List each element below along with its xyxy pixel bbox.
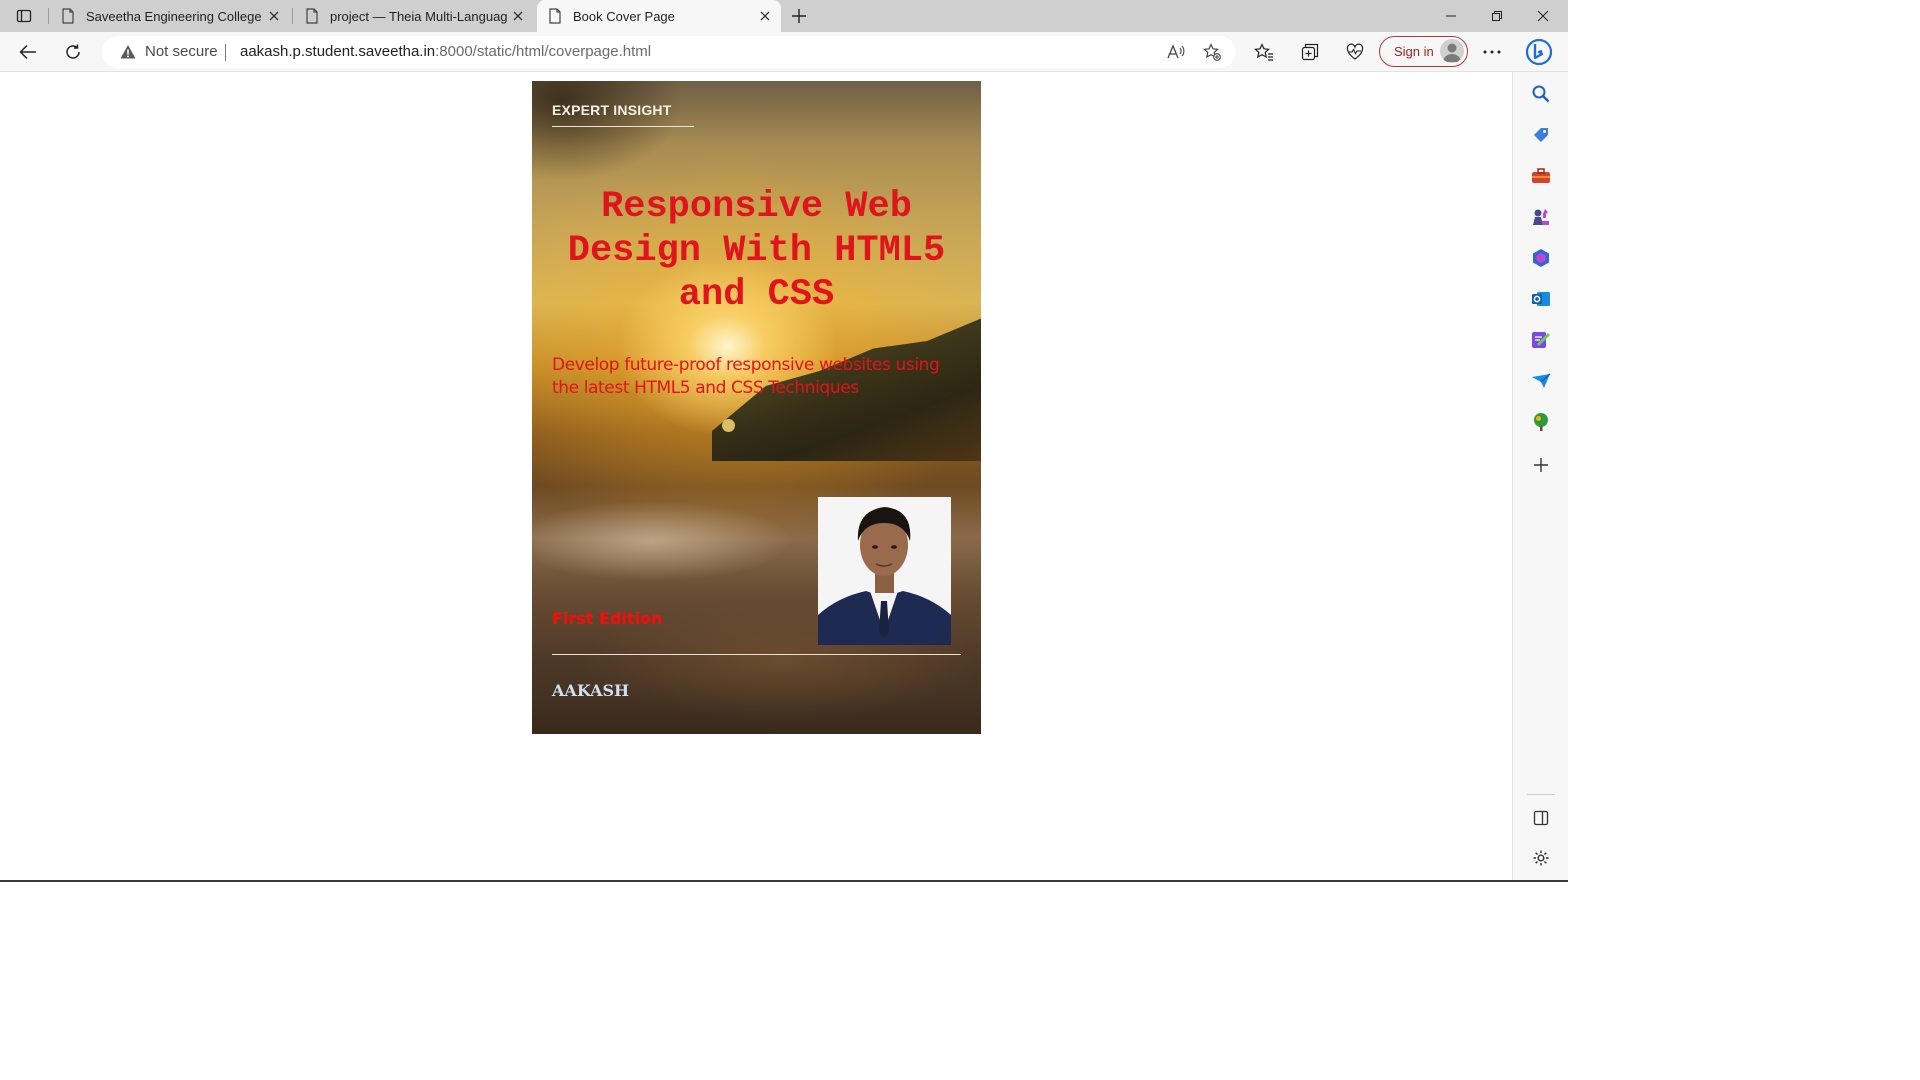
sidebar-designer-button[interactable]: [1527, 326, 1555, 354]
refresh-icon: [66, 44, 80, 59]
refresh-button[interactable]: [57, 36, 89, 68]
sidebar-games-button[interactable]: [1527, 203, 1555, 231]
add-icon: [1534, 458, 1548, 472]
sign-in-label: Sign in: [1394, 44, 1434, 59]
edition-label: First Edition: [552, 609, 663, 628]
minimize-button[interactable]: [1428, 0, 1474, 32]
book-title: Responsive Web Design With HTML5 and CSS: [546, 185, 967, 317]
url-text[interactable]: aakash.p.student.saveetha.in:8000/static…: [240, 43, 651, 60]
sidebar-tools-button[interactable]: [1527, 162, 1555, 190]
read-aloud-button[interactable]: [1160, 36, 1192, 68]
split-screen-icon: [1533, 810, 1549, 826]
tab-separator: [292, 8, 293, 24]
outlook-icon: [1532, 292, 1550, 306]
sidebar-add-button[interactable]: [1527, 451, 1555, 479]
profile-icon: [1443, 43, 1461, 62]
new-tab-button[interactable]: [788, 4, 810, 28]
tab-separator: [48, 8, 49, 24]
book-title-line: and CSS: [678, 274, 835, 316]
sidebar-search-button[interactable]: [1527, 80, 1555, 108]
url-path: :8000/static/html/coverpage.html: [435, 43, 652, 60]
book-subtitle-line: Develop future-proof responsive websites…: [552, 355, 940, 375]
book-title-line: Responsive Web: [601, 186, 912, 228]
restore-icon: [1492, 11, 1502, 21]
address-separator: [225, 44, 226, 61]
series-underline: [552, 126, 694, 127]
shopping-tag-icon: [1534, 128, 1548, 142]
toolbox-icon: [1532, 168, 1550, 183]
security-status[interactable]: Not secure: [145, 43, 218, 60]
plus-icon: [792, 9, 806, 23]
page-icon: [304, 8, 320, 24]
split-screen-button[interactable]: [1527, 804, 1555, 832]
book-subtitle: Develop future-proof responsive websites…: [552, 354, 962, 400]
tab-book-cover[interactable]: Book Cover Page: [537, 0, 781, 32]
window-bottom-edge: [0, 880, 1568, 882]
sidebar-settings-button[interactable]: [1527, 844, 1555, 872]
minimize-icon: [1446, 15, 1456, 17]
sidebar-drop-button[interactable]: [1527, 367, 1555, 395]
back-button[interactable]: [12, 36, 44, 68]
close-tab-icon[interactable]: [508, 6, 528, 26]
collections-button[interactable]: [1294, 36, 1326, 68]
bing-icon: [1526, 38, 1552, 66]
sidebar-office-button[interactable]: [1527, 244, 1555, 272]
heart-pulse-icon: [1346, 43, 1364, 60]
edge-sidebar: [1512, 72, 1568, 880]
sidebar-divider: [1527, 794, 1555, 795]
tab-actions-icon[interactable]: [8, 4, 40, 28]
drop-icon: [1532, 373, 1551, 388]
close-icon: [1537, 10, 1549, 22]
sidebar-outlook-button[interactable]: [1527, 285, 1555, 313]
page-icon: [60, 8, 76, 24]
book-title-line: Design With HTML5: [567, 230, 946, 272]
tree-icon: [1534, 413, 1548, 431]
favorites-icon: [1254, 43, 1273, 61]
favorites-button[interactable]: [1248, 36, 1280, 68]
back-arrow-icon: [19, 44, 36, 60]
more-options-button[interactable]: [1476, 36, 1508, 68]
book-subtitle-line: the latest HTML5 and CSS Techniques: [552, 378, 859, 398]
browser-essentials-button[interactable]: [1339, 36, 1371, 68]
office-icon: [1533, 249, 1549, 267]
series-label: EXPERT INSIGHT: [552, 102, 672, 118]
tab-strip: Saveetha Engineering College project — T…: [0, 0, 1568, 32]
tab-title: project — Theia Multi-Language: [330, 8, 508, 24]
book-cover: EXPERT INSIGHT Responsive Web Design Wit…: [532, 81, 981, 734]
collections-icon: [1301, 43, 1319, 61]
sidebar-shopping-button[interactable]: [1527, 121, 1555, 149]
cover-divider: [552, 654, 961, 655]
tab-title: Saveetha Engineering College: [86, 8, 262, 24]
address-bar[interactable]: Not secure aakash.p.student.saveetha.in:…: [102, 36, 1236, 68]
close-tab-icon[interactable]: [264, 6, 284, 26]
sign-in-button[interactable]: Sign in: [1379, 36, 1468, 67]
cover-sun-flare: [722, 419, 735, 432]
ellipsis-icon: [1483, 50, 1501, 54]
author-name: AAKASH: [552, 681, 630, 700]
warning-icon[interactable]: [120, 44, 136, 60]
tab-saveetha[interactable]: Saveetha Engineering College: [50, 0, 290, 32]
avatar: [1440, 39, 1464, 63]
browser-toolbar: Not secure aakash.p.student.saveetha.in:…: [0, 32, 1568, 72]
add-favorite-button[interactable]: [1196, 36, 1228, 68]
tab-title: Book Cover Page: [573, 8, 675, 24]
url-host: aakash.p.student.saveetha.in: [240, 43, 436, 60]
close-tab-icon[interactable]: [755, 6, 775, 26]
copilot-button[interactable]: [1523, 36, 1555, 68]
tab-theia-project[interactable]: project — Theia Multi-Language: [294, 0, 534, 32]
designer-icon: [1532, 332, 1550, 348]
settings-icon: [1533, 850, 1549, 866]
restore-button[interactable]: [1474, 0, 1520, 32]
star-add-icon: [1203, 43, 1221, 61]
search-icon: [1532, 85, 1550, 103]
author-photo: [818, 497, 951, 645]
page-viewport: EXPERT INSIGHT Responsive Web Design Wit…: [0, 72, 1512, 880]
close-window-button[interactable]: [1520, 0, 1566, 32]
page-icon: [547, 8, 563, 24]
sidebar-tree-button[interactable]: [1527, 408, 1555, 436]
games-icon: [1533, 209, 1549, 225]
read-aloud-icon: [1167, 44, 1185, 59]
